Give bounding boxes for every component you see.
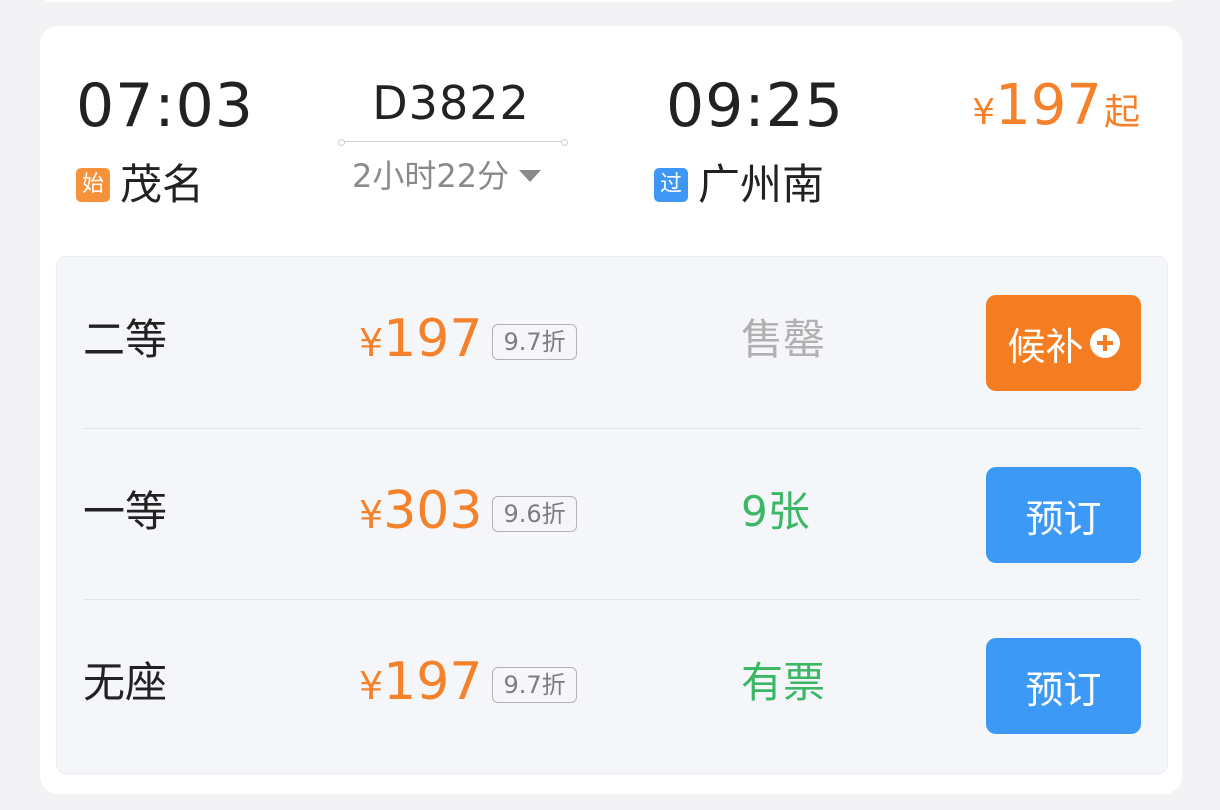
plus-circle-icon <box>1089 328 1120 358</box>
seat-price: ¥ 197 9.7折 <box>359 656 577 709</box>
route-line <box>338 139 568 146</box>
pass-through-station-tag: 过 <box>654 168 688 202</box>
currency-symbol: ¥ <box>359 664 384 708</box>
seat-row-second-class: 二等 ¥ 197 9.7折 售罄 候补 <box>83 257 1141 427</box>
seat-price-amount: 197 <box>383 309 483 369</box>
train-card[interactable]: 07:03 始 茂名 D3822 2小时22分 09:25 过 广州南 ¥ 19… <box>40 26 1182 794</box>
seat-price: ¥ 197 9.7折 <box>359 313 577 366</box>
seat-availability: 9张 <box>741 487 810 536</box>
currency-symbol: ¥ <box>359 321 384 365</box>
book-button[interactable]: 预订 <box>986 638 1141 734</box>
seat-row-first-class: 一等 ¥ 303 9.6折 9张 预订 <box>83 428 1141 599</box>
book-button[interactable]: 预订 <box>986 467 1141 563</box>
seat-row-standing: 无座 ¥ 197 9.7折 有票 预订 <box>83 599 1141 770</box>
seat-price: ¥ 303 9.6折 <box>359 485 577 538</box>
seat-availability: 售罄 <box>741 315 826 364</box>
currency-symbol: ¥ <box>972 92 996 133</box>
origin-station-tag: 始 <box>76 168 110 202</box>
arrival-station-name: 广州南 <box>698 160 825 209</box>
seat-class-name: 二等 <box>83 315 168 364</box>
lowest-price: ¥ 197 起 <box>972 78 1140 134</box>
discount-badge: 9.7折 <box>492 667 577 703</box>
caret-down-icon <box>519 170 542 182</box>
trip-duration-toggle[interactable]: 2小时22分 <box>352 157 542 195</box>
train-number[interactable]: D3822 <box>338 80 564 126</box>
seat-availability: 有票 <box>741 658 826 707</box>
seat-price-amount: 303 <box>383 481 483 541</box>
waitlist-button-label: 候补 <box>1007 324 1084 369</box>
lowest-price-amount: 197 <box>995 73 1102 138</box>
seat-class-name: 无座 <box>83 658 168 707</box>
arrival-time: 09:25 <box>666 71 844 141</box>
seat-class-name: 一等 <box>83 487 168 536</box>
discount-badge: 9.7折 <box>492 324 577 360</box>
departure-station: 始 茂名 <box>76 164 204 206</box>
arrival-station: 过 广州南 <box>654 164 824 206</box>
discount-badge: 9.6折 <box>492 496 577 532</box>
price-from-suffix: 起 <box>1103 92 1140 133</box>
departure-station-name: 茂名 <box>120 160 205 209</box>
seat-class-list: 二等 ¥ 197 9.7折 售罄 候补 一等 ¥ 303 9.6折 9张 预订 … <box>56 256 1168 774</box>
departure-time: 07:03 <box>76 71 254 141</box>
trip-duration: 2小时22分 <box>352 157 510 195</box>
currency-symbol: ¥ <box>359 493 384 537</box>
previous-train-card[interactable] <box>40 0 1180 2</box>
waitlist-button[interactable]: 候补 <box>986 295 1141 391</box>
seat-price-amount: 197 <box>383 652 483 712</box>
